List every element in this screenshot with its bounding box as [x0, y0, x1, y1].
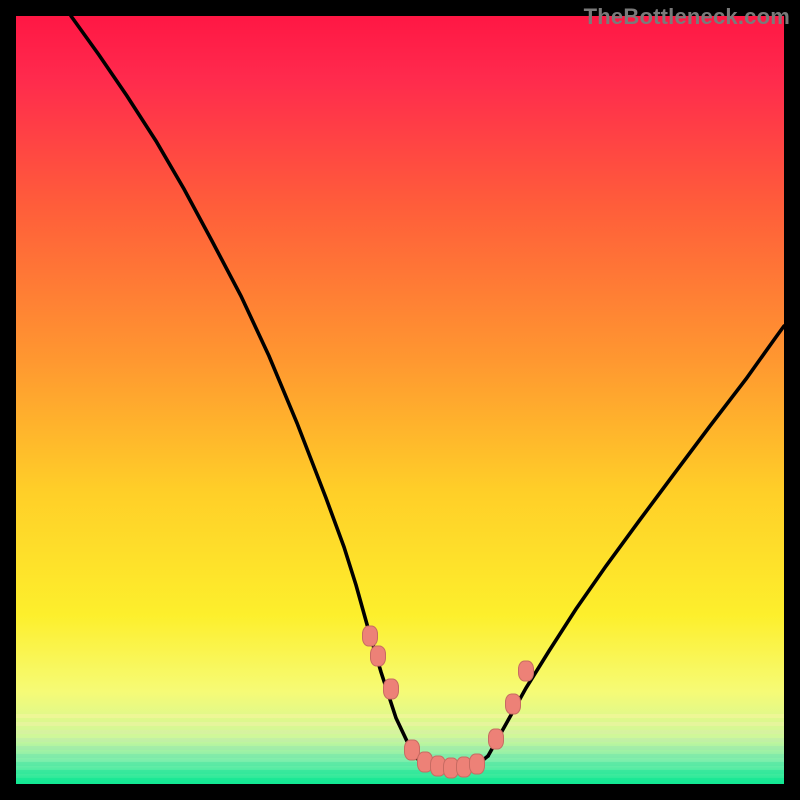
bead [384, 679, 399, 699]
bead [371, 646, 386, 666]
bead [405, 740, 420, 760]
gradient-rect [16, 16, 784, 784]
bead [489, 729, 504, 749]
gradient-canvas [0, 0, 800, 800]
bead [470, 754, 485, 774]
bead [363, 626, 378, 646]
bead [506, 694, 521, 714]
bead [519, 661, 534, 681]
image-root: TheBottleneck.com [0, 0, 800, 800]
